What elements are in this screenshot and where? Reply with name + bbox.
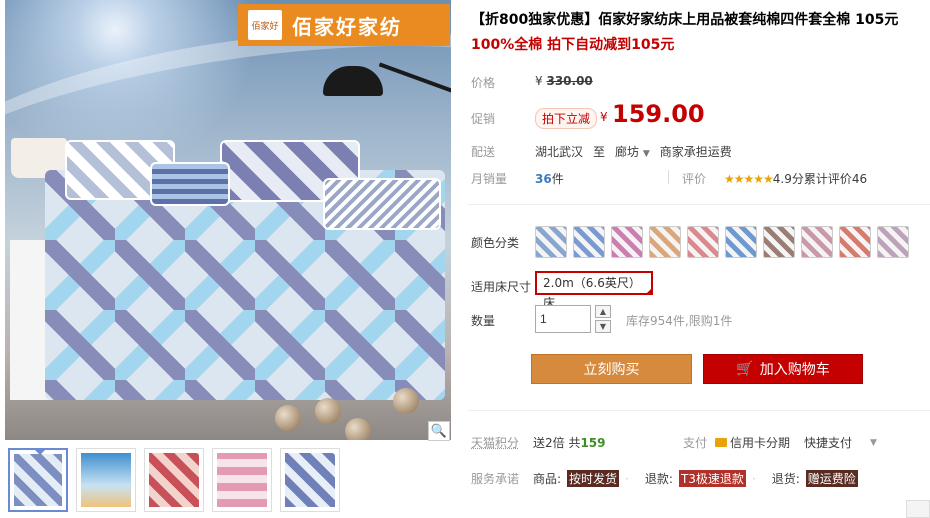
decor-ball: [275, 405, 301, 431]
separator: ·: [625, 471, 629, 486]
chevron-down-icon[interactable]: ▼: [870, 438, 877, 448]
ship-from: 湖北武汉: [535, 145, 584, 159]
price-label: 价格: [471, 76, 496, 90]
thumbnail-2[interactable]: [76, 448, 136, 512]
promo-price: 159.00: [612, 100, 705, 128]
thumbnail-4[interactable]: [212, 448, 272, 512]
pillow-graphic: [150, 162, 230, 206]
rating-text: 4.9分累计评价46: [772, 172, 868, 186]
ship-destination-select[interactable]: 廊坊 ▼: [615, 143, 650, 160]
thumbnail-1[interactable]: [8, 448, 68, 512]
credit-card-icon: [715, 438, 728, 447]
decor-ball: [315, 398, 341, 424]
color-swatch[interactable]: [725, 226, 757, 258]
payment-label: 支付: [683, 436, 708, 450]
divider: [668, 170, 669, 184]
add-to-cart-label: 加入购物车: [759, 362, 830, 378]
color-swatch[interactable]: [877, 226, 909, 258]
color-swatch[interactable]: [649, 226, 681, 258]
service-prefix: 退货:: [771, 472, 800, 486]
shipping-label: 配送: [471, 145, 496, 159]
size-option-selected[interactable]: 2.0m（6.6英尺）床: [535, 271, 653, 310]
quantity-increase-button[interactable]: ▲: [595, 305, 611, 318]
decor-ball: [345, 418, 371, 440]
promo-tag: 拍下立减: [535, 108, 598, 129]
promo-label: 促销: [471, 112, 496, 126]
pillow-graphic: [323, 178, 441, 230]
buy-now-button[interactable]: 立刻购买: [531, 354, 692, 384]
rating-summary[interactable]: ★★★★★4.9分累计评价46: [724, 170, 867, 187]
points-text: 送2倍 共: [533, 436, 581, 450]
separator: ·: [751, 471, 756, 486]
rating-label: 评价: [682, 172, 707, 186]
currency-symbol: ¥: [535, 74, 543, 88]
size-label: 适用床尺寸: [471, 280, 532, 294]
sales-label: 月销量: [471, 172, 508, 186]
original-price: ¥ 330.00: [535, 74, 593, 88]
original-price-value: 330.00: [546, 74, 593, 88]
cart-icon: 🛒: [736, 361, 754, 377]
credit-installment-link[interactable]: 信用卡分期: [715, 434, 790, 451]
brand-logo-icon: 佰家好: [248, 10, 282, 40]
color-swatch[interactable]: [839, 226, 871, 258]
buy-now-label: 立刻购买: [583, 362, 640, 378]
add-to-cart-button[interactable]: 🛒 加入购物车: [703, 354, 863, 384]
product-title: 【折800独家优惠】佰家好家纺床上用品被套纯棉四件套全棉 105元: [471, 12, 899, 28]
service-badge[interactable]: T3极速退款: [678, 470, 746, 487]
service-label: 服务承诺: [471, 472, 520, 486]
color-swatch[interactable]: [687, 226, 719, 258]
sales-count-value: 36: [535, 172, 552, 186]
zoom-icon[interactable]: 🔍: [428, 421, 450, 441]
brand-logo: 佰家好 佰家好家纺: [238, 4, 450, 46]
quantity-label: 数量: [471, 314, 496, 328]
main-product-image[interactable]: 佰家好 佰家好家纺: [5, 0, 451, 440]
quick-pay-label[interactable]: 快捷支付: [804, 434, 852, 451]
sales-unit: 件: [551, 172, 564, 186]
service-prefix: 商品:: [533, 472, 562, 486]
color-swatch[interactable]: [611, 226, 643, 258]
corner-widget[interactable]: [906, 500, 930, 518]
color-swatch[interactable]: [763, 226, 795, 258]
points-info: 送2倍 共159: [533, 434, 606, 451]
sales-count: 36件: [535, 170, 564, 187]
points-label[interactable]: 天猫积分: [471, 434, 519, 451]
star-rating-icon: ★★★★★: [724, 172, 774, 186]
ship-destination: 廊坊: [615, 145, 640, 159]
service-prefix: 退款:: [644, 472, 673, 486]
color-swatch[interactable]: [573, 226, 605, 258]
color-label: 颜色分类: [471, 236, 520, 250]
chevron-down-icon: ▼: [642, 149, 650, 159]
promo-currency: ¥: [600, 110, 608, 124]
credit-installment-label: 信用卡分期: [730, 436, 791, 450]
points-value: 159: [580, 436, 606, 450]
color-swatch[interactable]: [535, 226, 567, 258]
color-swatch-list: [535, 226, 909, 258]
product-page: 佰家好 佰家好家纺 🔍 【折800独家优惠】佰家好家纺床上用品被套纯棉四件套全棉…: [0, 0, 930, 518]
color-swatch[interactable]: [801, 226, 833, 258]
ship-to-word: 至: [593, 145, 606, 159]
thumbnail-list: [8, 448, 340, 512]
stock-info: 库存954件,限购1件: [626, 314, 733, 328]
shipping-fee: 商家承担运费: [659, 145, 732, 159]
payment-info: 支付 信用卡分期 快捷支付 ▼: [683, 434, 877, 451]
brand-logo-text: 佰家好家纺: [292, 14, 402, 39]
service-badge[interactable]: 按时发货: [567, 470, 620, 487]
thumbnail-5[interactable]: [280, 448, 340, 512]
divider: [468, 204, 930, 205]
divider: [468, 410, 930, 411]
service-list: 商品: 按时发货 · 退款: T3极速退款 · 退货: 赠运费险: [533, 470, 858, 487]
shipping-info: 湖北武汉 至 廊坊 ▼ 商家承担运费: [535, 143, 732, 160]
quantity-decrease-button[interactable]: ▼: [595, 320, 611, 333]
quantity-input[interactable]: [535, 305, 591, 333]
product-subtitle: 100%全棉 拍下自动减到105元: [471, 37, 675, 53]
decor-ball: [393, 388, 419, 414]
selected-check-icon: [645, 287, 653, 295]
thumbnail-3[interactable]: [144, 448, 204, 512]
service-badge[interactable]: 赠运费险: [805, 470, 858, 487]
